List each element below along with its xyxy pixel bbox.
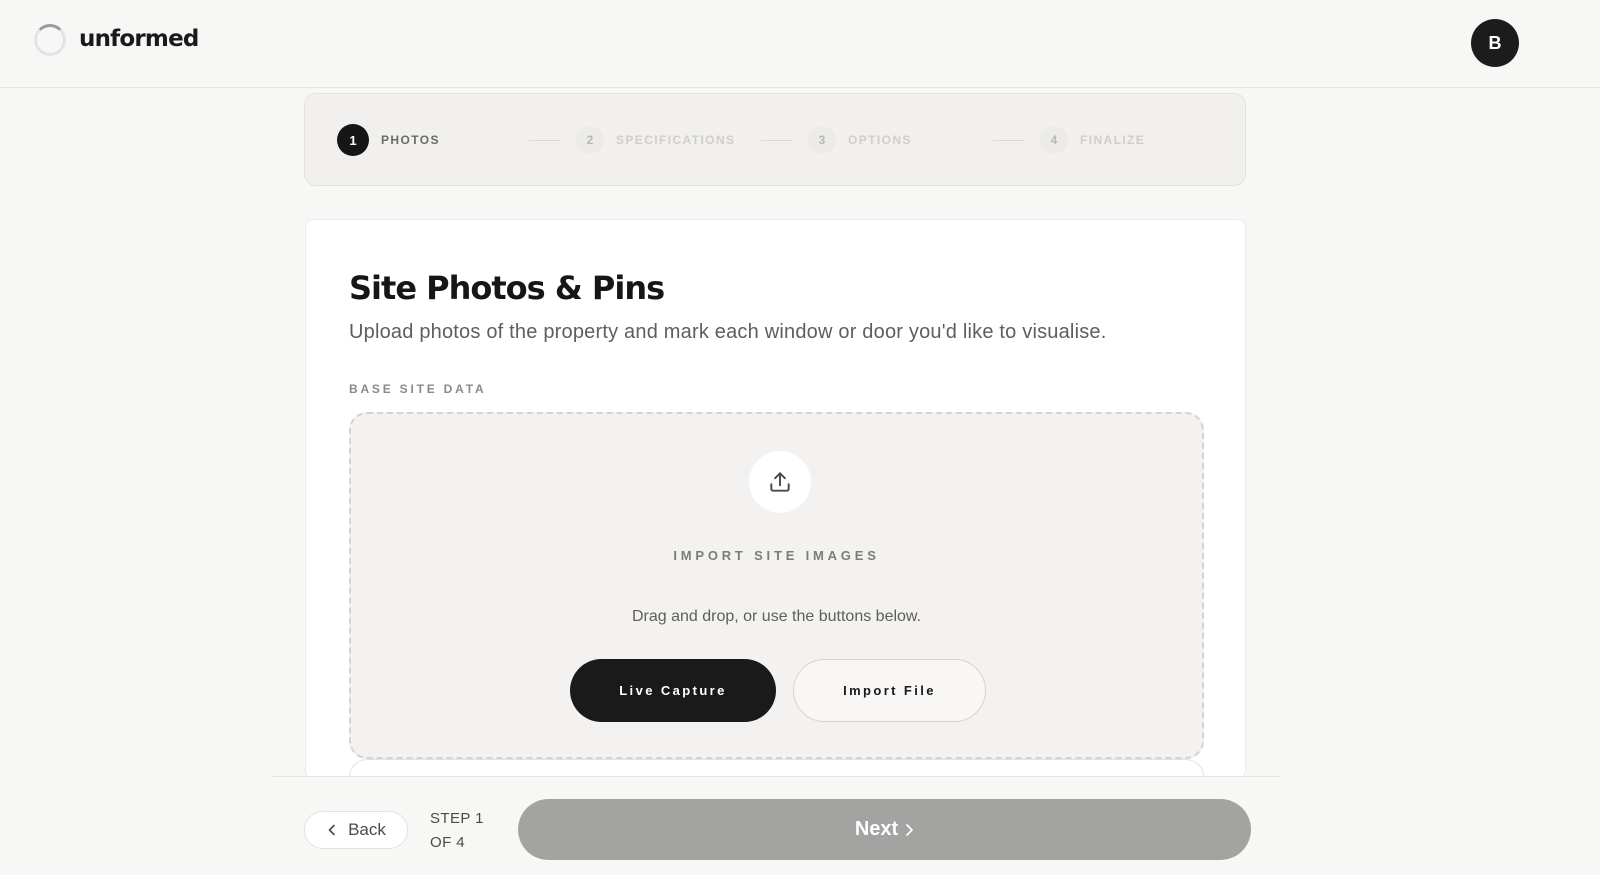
dropzone-hint: Drag and drop, or use the buttons below.	[631, 608, 922, 625]
step-label: FINALIZE	[1080, 133, 1146, 147]
step-counter-line2: OF 4	[430, 834, 465, 851]
chevron-left-icon	[328, 824, 335, 836]
main-card: Site Photos & Pins Upload photos of the …	[305, 219, 1246, 779]
page-title: Site Photos & Pins	[349, 269, 665, 307]
user-avatar[interactable]: B	[1471, 19, 1519, 67]
step-photos[interactable]: 1 PHOTOS	[337, 124, 440, 156]
loading-spinner-icon	[34, 24, 66, 56]
step-specifications[interactable]: 2 SPECIFICATIONS	[576, 124, 735, 156]
section-label: BASE SITE DATA	[349, 382, 487, 396]
back-button[interactable]: Back	[304, 811, 408, 849]
progress-stepper: 1 PHOTOS 2 SPECIFICATIONS 3 OPTIONS 4 FI…	[304, 93, 1246, 186]
next-button[interactable]: Next	[518, 799, 1251, 860]
step-label: PHOTOS	[381, 133, 440, 147]
image-dropzone[interactable]: IMPORT SITE IMAGES Drag and drop, or use…	[349, 412, 1204, 759]
footer-nav: Back STEP 1 OF 4 Next	[272, 776, 1279, 875]
step-counter-line1: STEP 1	[430, 810, 484, 827]
step-finalize[interactable]: 4 FINALIZE	[1040, 124, 1145, 156]
step-number: 3	[808, 126, 836, 154]
step-counter: STEP 1 OF 4	[430, 807, 500, 855]
dropzone-heading: IMPORT SITE IMAGES	[673, 548, 880, 563]
next-label: Next	[854, 818, 899, 840]
step-number: 1	[337, 124, 369, 156]
step-label: OPTIONS	[848, 133, 912, 147]
step-number: 2	[576, 126, 604, 154]
live-capture-button[interactable]: Live Capture	[570, 659, 776, 722]
step-label: SPECIFICATIONS	[616, 133, 736, 147]
chevron-right-icon	[906, 823, 914, 836]
page-subtitle: Upload photos of the property and mark e…	[349, 321, 1107, 343]
step-number: 4	[1040, 126, 1068, 154]
back-label: Back	[348, 820, 386, 839]
brand-name[interactable]: unformed	[79, 26, 199, 52]
step-connector	[993, 140, 1025, 141]
step-connector	[761, 140, 793, 141]
upload-icon	[749, 451, 811, 513]
step-connector	[529, 140, 561, 141]
import-file-button[interactable]: Import File	[793, 659, 986, 722]
top-header: unformed B	[0, 0, 1600, 88]
step-options[interactable]: 3 OPTIONS	[808, 124, 912, 156]
